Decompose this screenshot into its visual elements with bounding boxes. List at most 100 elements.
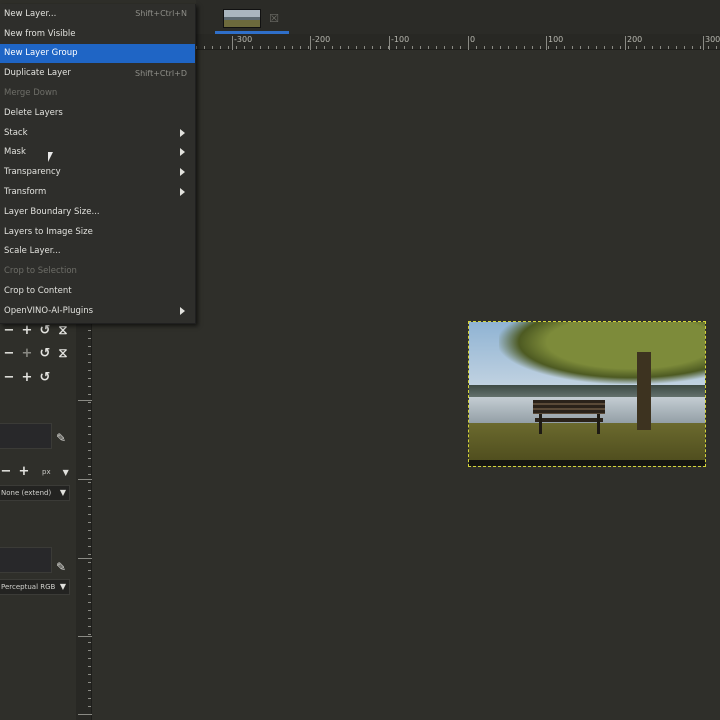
menu-item-label: Duplicate Layer	[4, 68, 71, 79]
increase-button[interactable]: +	[18, 465, 30, 479]
ruler-major-tick	[78, 400, 92, 401]
ruler-major-tick	[468, 36, 469, 50]
menu-item-crop-to-selection: Crop to Selection	[0, 261, 195, 281]
ruler-major-tick	[78, 714, 92, 715]
ruler-major-tick	[232, 36, 233, 50]
menu-item-label: Delete Layers	[4, 107, 63, 118]
menu-item-transparency[interactable]: Transparency	[0, 162, 195, 182]
menu-item-label: Crop to Content	[4, 286, 72, 297]
submenu-arrow-icon	[180, 128, 185, 137]
menu-item-layer-boundary-size[interactable]: Layer Boundary Size...	[0, 202, 195, 222]
menu-item-stack[interactable]: Stack	[0, 123, 195, 143]
color-space-select[interactable]: Perceptual RGB ▼	[0, 579, 70, 595]
ruler-label: 200	[627, 35, 643, 44]
chain-icon[interactable]: ⧖	[56, 347, 70, 361]
image-tree-trunk	[637, 352, 651, 430]
menu-item-duplicate-layer[interactable]: Duplicate Layer Shift+Ctrl+D	[0, 63, 195, 83]
ruler-major-tick	[703, 36, 704, 50]
menu-item-label: OpenVINO-AI-Plugins	[4, 305, 94, 316]
button-row: − + ↺ ⧖	[2, 347, 70, 361]
menu-item-label: Mask	[4, 147, 26, 158]
menu-item-shortcut: Shift+Ctrl+N	[135, 9, 187, 19]
ruler-major-tick	[546, 36, 547, 50]
increase-button[interactable]: +	[20, 347, 34, 361]
ruler-label: -100	[391, 35, 410, 44]
ruler-label: -300	[234, 35, 253, 44]
menu-item-label: Transform	[4, 187, 47, 198]
submenu-arrow-icon	[180, 306, 185, 315]
menu-item-label: Crop to Selection	[4, 266, 77, 277]
menu-item-label: Layer Boundary Size...	[4, 206, 100, 217]
image-tree-foliage	[499, 322, 705, 384]
menu-item-delete-layers[interactable]: Delete Layers	[0, 103, 195, 123]
reset-icon[interactable]: ↺	[38, 347, 52, 361]
menu-item-crop-to-content[interactable]: Crop to Content	[0, 281, 195, 301]
button-row: − + ↺ ⧖	[2, 324, 70, 338]
interpolation-select[interactable]: None (extend) ▼	[0, 485, 70, 501]
ruler-label: 300	[705, 35, 720, 44]
ruler-major-tick	[78, 558, 92, 559]
layer-context-menu: New Layer... Shift+Ctrl+N New from Visible…	[0, 4, 196, 324]
menu-item-label: New Layer Group	[4, 48, 78, 59]
ruler-label: 0	[470, 35, 476, 44]
menu-item-transform[interactable]: Transform	[0, 182, 195, 202]
edit-icon[interactable]: ✎	[54, 560, 68, 574]
chain-icon[interactable]: ⧖	[56, 324, 70, 338]
ruler-major-tick	[389, 36, 390, 50]
menu-item-label: Transparency	[4, 167, 61, 178]
image-bench	[533, 400, 605, 414]
dropdown-icon: ▼	[59, 488, 66, 497]
menu-item-shortcut: Shift+Ctrl+D	[135, 68, 187, 78]
menu-item-mask[interactable]: Mask	[0, 143, 195, 163]
unit-row: − + px ▼	[0, 465, 69, 479]
preset-field[interactable]	[0, 423, 52, 449]
menu-item-new-layer-group[interactable]: New Layer Group	[0, 43, 195, 64]
menu-item-new-layer[interactable]: New Layer... Shift+Ctrl+N	[0, 4, 195, 24]
menu-item-label: New Layer...	[4, 8, 57, 19]
increase-button[interactable]: +	[20, 371, 34, 385]
dropdown-icon: ▼	[59, 582, 66, 591]
vertical-ruler[interactable]	[76, 322, 92, 720]
menu-item-new-from-visible[interactable]: New from Visible	[0, 24, 195, 44]
image-bench-seat	[535, 418, 603, 422]
canvas-image[interactable]	[468, 321, 706, 467]
ruler-major-tick	[78, 636, 92, 637]
menu-item-layers-to-image-size[interactable]: Layers to Image Size	[0, 222, 195, 242]
image-tab-close-icon[interactable]: ☒	[267, 12, 281, 26]
menu-item-label: Layers to Image Size	[4, 226, 93, 237]
decrease-button[interactable]: −	[0, 465, 12, 479]
unit-select[interactable]: px	[42, 468, 51, 476]
reset-icon[interactable]: ↺	[38, 371, 52, 385]
reset-icon[interactable]: ↺	[38, 324, 52, 338]
menu-item-scale-layer[interactable]: Scale Layer...	[0, 242, 195, 262]
menu-item-merge-down: Merge Down	[0, 83, 195, 103]
ruler-major-tick	[78, 479, 92, 480]
interpolation-value: None (extend)	[1, 489, 52, 497]
image-tab-thumbnail[interactable]	[223, 9, 261, 28]
menu-item-label: Scale Layer...	[4, 246, 61, 257]
decrease-button[interactable]: −	[2, 324, 16, 338]
submenu-arrow-icon	[180, 188, 185, 197]
tool-options-dock: − + ↺ ⧖ − + ↺ ⧖ − + ↺	[0, 322, 76, 720]
button-row: − + ↺	[2, 371, 52, 385]
mouse-cursor-icon	[48, 152, 53, 162]
ruler-label: 100	[548, 35, 564, 44]
unit-dropdown-icon[interactable]: ▼	[63, 468, 69, 477]
ruler-major-tick	[625, 36, 626, 50]
decrease-button[interactable]: −	[2, 347, 16, 361]
ruler-major-tick	[310, 36, 311, 50]
menu-item-openvino-ai-plugins[interactable]: OpenVINO-AI-Plugins	[0, 301, 195, 321]
ruler-label: -200	[312, 35, 331, 44]
submenu-arrow-icon	[180, 168, 185, 177]
submenu-arrow-icon	[180, 148, 185, 157]
edit-icon[interactable]: ✎	[54, 431, 68, 445]
decrease-button[interactable]: −	[2, 371, 16, 385]
increase-button[interactable]: +	[20, 324, 34, 338]
preset-field[interactable]	[0, 547, 52, 573]
image-bench-leg	[597, 414, 600, 434]
horizontal-ruler[interactable]: -300 -200 -100 0 100 200 300	[196, 34, 720, 50]
color-space-value: Perceptual RGB	[1, 583, 56, 591]
image-bench-leg	[539, 414, 542, 434]
menu-item-label: New from Visible	[4, 28, 76, 39]
menu-item-label: Stack	[4, 127, 28, 138]
